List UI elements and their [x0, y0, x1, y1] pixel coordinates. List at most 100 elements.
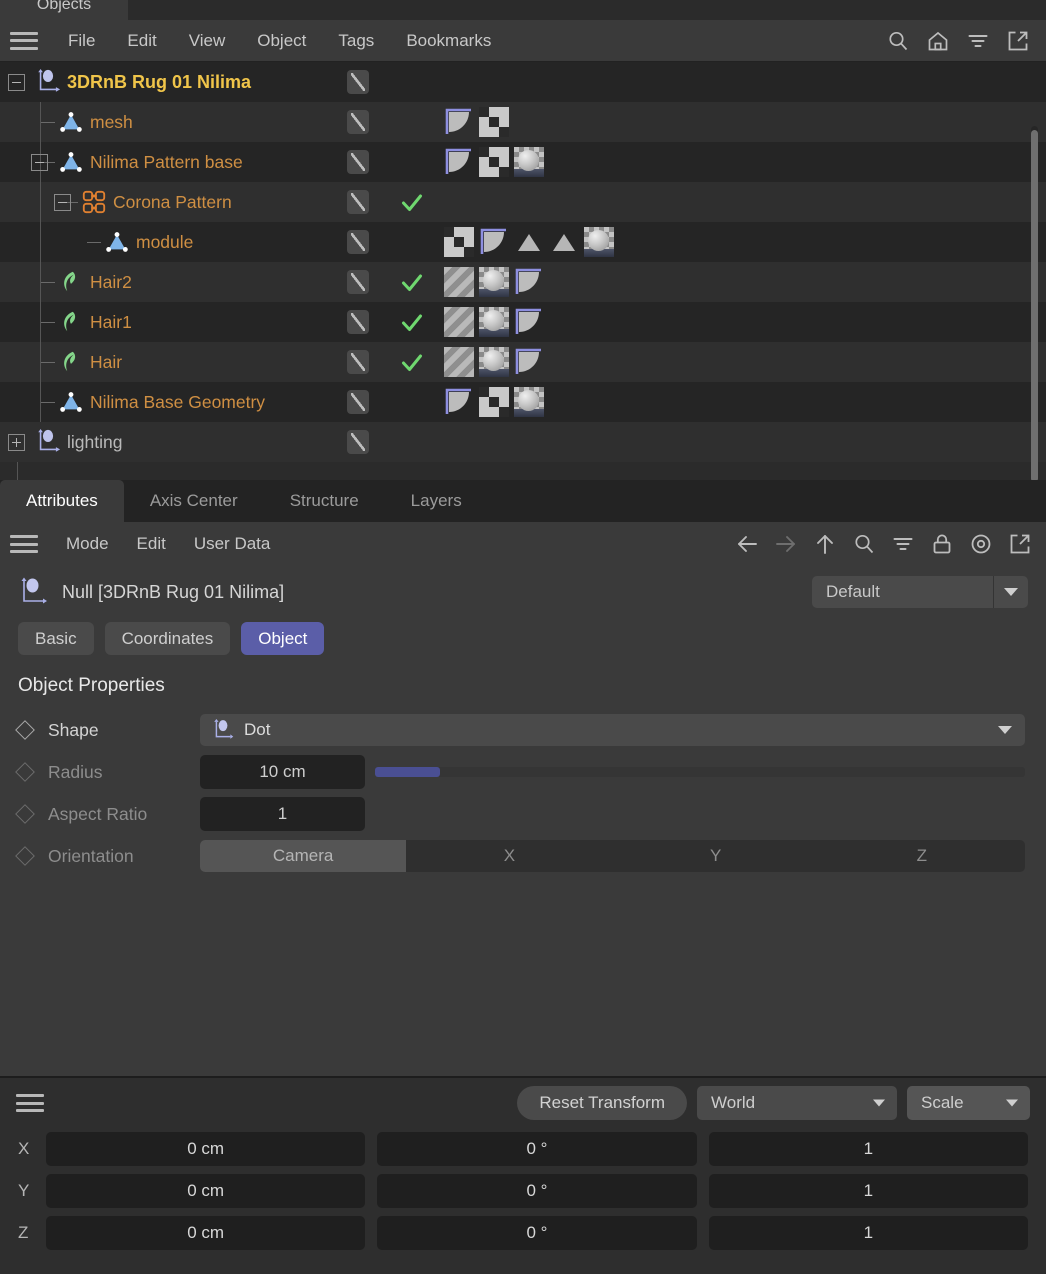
orientation-option-z[interactable]: Z [819, 840, 1025, 872]
object-tree-row[interactable]: Nilima Pattern base [0, 142, 1046, 182]
object-row-label[interactable]: Nilima Pattern base [90, 152, 243, 173]
object-tree-row[interactable]: 3DRnB Rug 01 Nilima [0, 62, 1046, 102]
target-icon[interactable] [969, 532, 993, 556]
tab-layers[interactable]: Layers [385, 480, 488, 522]
orientation-option-camera[interactable]: Camera [200, 840, 406, 872]
object-tree-row[interactable]: lighting [0, 422, 1046, 462]
rotation-z-input[interactable]: 0 ° [377, 1216, 696, 1250]
tab-structure[interactable]: Structure [264, 480, 385, 522]
object-tree-scrollthumb[interactable] [1031, 130, 1038, 480]
uvw-tag[interactable] [479, 147, 509, 177]
scale-z-input[interactable]: 1 [709, 1216, 1028, 1250]
aspect-ratio-input[interactable]: 1 [200, 797, 365, 831]
object-row-label[interactable]: module [136, 232, 193, 253]
display-tag[interactable] [549, 227, 579, 257]
external-link-icon[interactable] [1006, 29, 1030, 53]
radius-slider[interactable] [375, 767, 1025, 777]
material-tag[interactable] [479, 307, 509, 337]
visibility-dots[interactable] [380, 270, 391, 294]
object-row-label[interactable]: Corona Pattern [113, 192, 232, 213]
hair-material-tag[interactable] [444, 267, 474, 297]
keyframe-diamond-icon[interactable] [15, 804, 35, 824]
chevron-down-icon[interactable] [1006, 1100, 1018, 1107]
expand-icon[interactable] [8, 434, 25, 451]
hamburger-menu-icon[interactable] [10, 32, 38, 50]
material-tag[interactable] [514, 387, 544, 417]
tab-objects[interactable]: Objects [0, 0, 128, 20]
rotation-x-input[interactable]: 0 ° [377, 1132, 696, 1166]
material-tag[interactable] [479, 267, 509, 297]
object-tree[interactable]: 3DRnB Rug 01 Nilima mesh Nilima Pattern ba… [0, 62, 1046, 480]
object-tree-row[interactable]: Corona Pattern [0, 182, 1046, 222]
menu-edit[interactable]: Edit [123, 534, 180, 554]
phong-tag[interactable] [444, 387, 474, 417]
home-icon[interactable] [926, 29, 950, 53]
transform-mode-dropdown[interactable]: Scale [907, 1086, 1030, 1120]
scale-x-input[interactable]: 1 [709, 1132, 1028, 1166]
object-row-label[interactable]: Hair2 [90, 272, 132, 293]
chevron-down-icon[interactable] [998, 726, 1012, 734]
edit-mode-icon[interactable] [347, 350, 369, 374]
menu-object[interactable]: Object [241, 31, 322, 51]
pill-object[interactable]: Object [241, 622, 324, 655]
position-x-input[interactable]: 0 cm [46, 1132, 365, 1166]
object-row-label[interactable]: mesh [90, 112, 133, 133]
search-icon[interactable] [852, 532, 876, 556]
edit-mode-icon[interactable] [347, 430, 369, 454]
material-tag[interactable] [479, 347, 509, 377]
pill-coordinates[interactable]: Coordinates [105, 622, 231, 655]
coordinate-space-dropdown[interactable]: World [697, 1086, 897, 1120]
uvw-tag[interactable] [479, 107, 509, 137]
orientation-option-y[interactable]: Y [613, 840, 819, 872]
keyframe-diamond-icon[interactable] [15, 846, 35, 866]
visibility-dots[interactable] [380, 110, 391, 134]
menu-file[interactable]: File [52, 31, 111, 51]
material-tag[interactable] [514, 147, 544, 177]
arrow-up-icon[interactable] [813, 532, 837, 556]
position-y-input[interactable]: 0 cm [46, 1174, 365, 1208]
phong-tag[interactable] [479, 227, 509, 257]
chevron-down-icon[interactable] [873, 1100, 885, 1107]
object-tree-row[interactable]: Nilima Base Geometry [0, 382, 1046, 422]
object-tree-scrollbar[interactable] [1031, 126, 1038, 480]
menu-tags[interactable]: Tags [322, 31, 390, 51]
pill-basic[interactable]: Basic [18, 622, 94, 655]
visibility-dots[interactable] [380, 430, 391, 454]
visibility-dots[interactable] [380, 70, 391, 94]
keyframe-diamond-icon[interactable] [15, 762, 35, 782]
tab-axis-center[interactable]: Axis Center [124, 480, 264, 522]
collapse-icon[interactable] [8, 74, 25, 91]
phong-tag[interactable] [514, 347, 544, 377]
edit-mode-icon[interactable] [347, 110, 369, 134]
collapse-icon[interactable] [31, 154, 48, 171]
object-row-label[interactable]: 3DRnB Rug 01 Nilima [67, 72, 251, 93]
visibility-dots[interactable] [380, 190, 391, 214]
radius-input[interactable]: 10 cm [200, 755, 365, 789]
menu-edit[interactable]: Edit [111, 31, 172, 51]
hamburger-menu-icon[interactable] [16, 1094, 44, 1112]
visibility-dots[interactable] [380, 230, 391, 254]
preset-dropdown[interactable]: Default [812, 576, 1028, 608]
enabled-check-icon[interactable] [400, 191, 424, 213]
uvw-tag[interactable] [444, 227, 474, 257]
reset-transform-button[interactable]: Reset Transform [517, 1086, 687, 1120]
uvw-tag[interactable] [479, 387, 509, 417]
hair-material-tag[interactable] [444, 307, 474, 337]
visibility-dots[interactable] [380, 350, 391, 374]
edit-mode-icon[interactable] [347, 70, 369, 94]
visibility-dots[interactable] [380, 150, 391, 174]
menu-user-data[interactable]: User Data [180, 534, 285, 554]
edit-mode-icon[interactable] [347, 310, 369, 334]
object-tree-row[interactable]: module [0, 222, 1046, 262]
arrow-right-icon[interactable] [774, 532, 798, 556]
external-link-icon[interactable] [1008, 532, 1032, 556]
menu-bookmarks[interactable]: Bookmarks [390, 31, 507, 51]
enabled-check-icon[interactable] [400, 271, 424, 293]
object-tree-row[interactable]: Hair2 [0, 262, 1046, 302]
lock-icon[interactable] [930, 532, 954, 556]
object-row-label[interactable]: Hair1 [90, 312, 132, 333]
search-icon[interactable] [886, 29, 910, 53]
phong-tag[interactable] [514, 267, 544, 297]
visibility-dots[interactable] [380, 390, 391, 414]
object-tree-row[interactable]: Hair [0, 342, 1046, 382]
